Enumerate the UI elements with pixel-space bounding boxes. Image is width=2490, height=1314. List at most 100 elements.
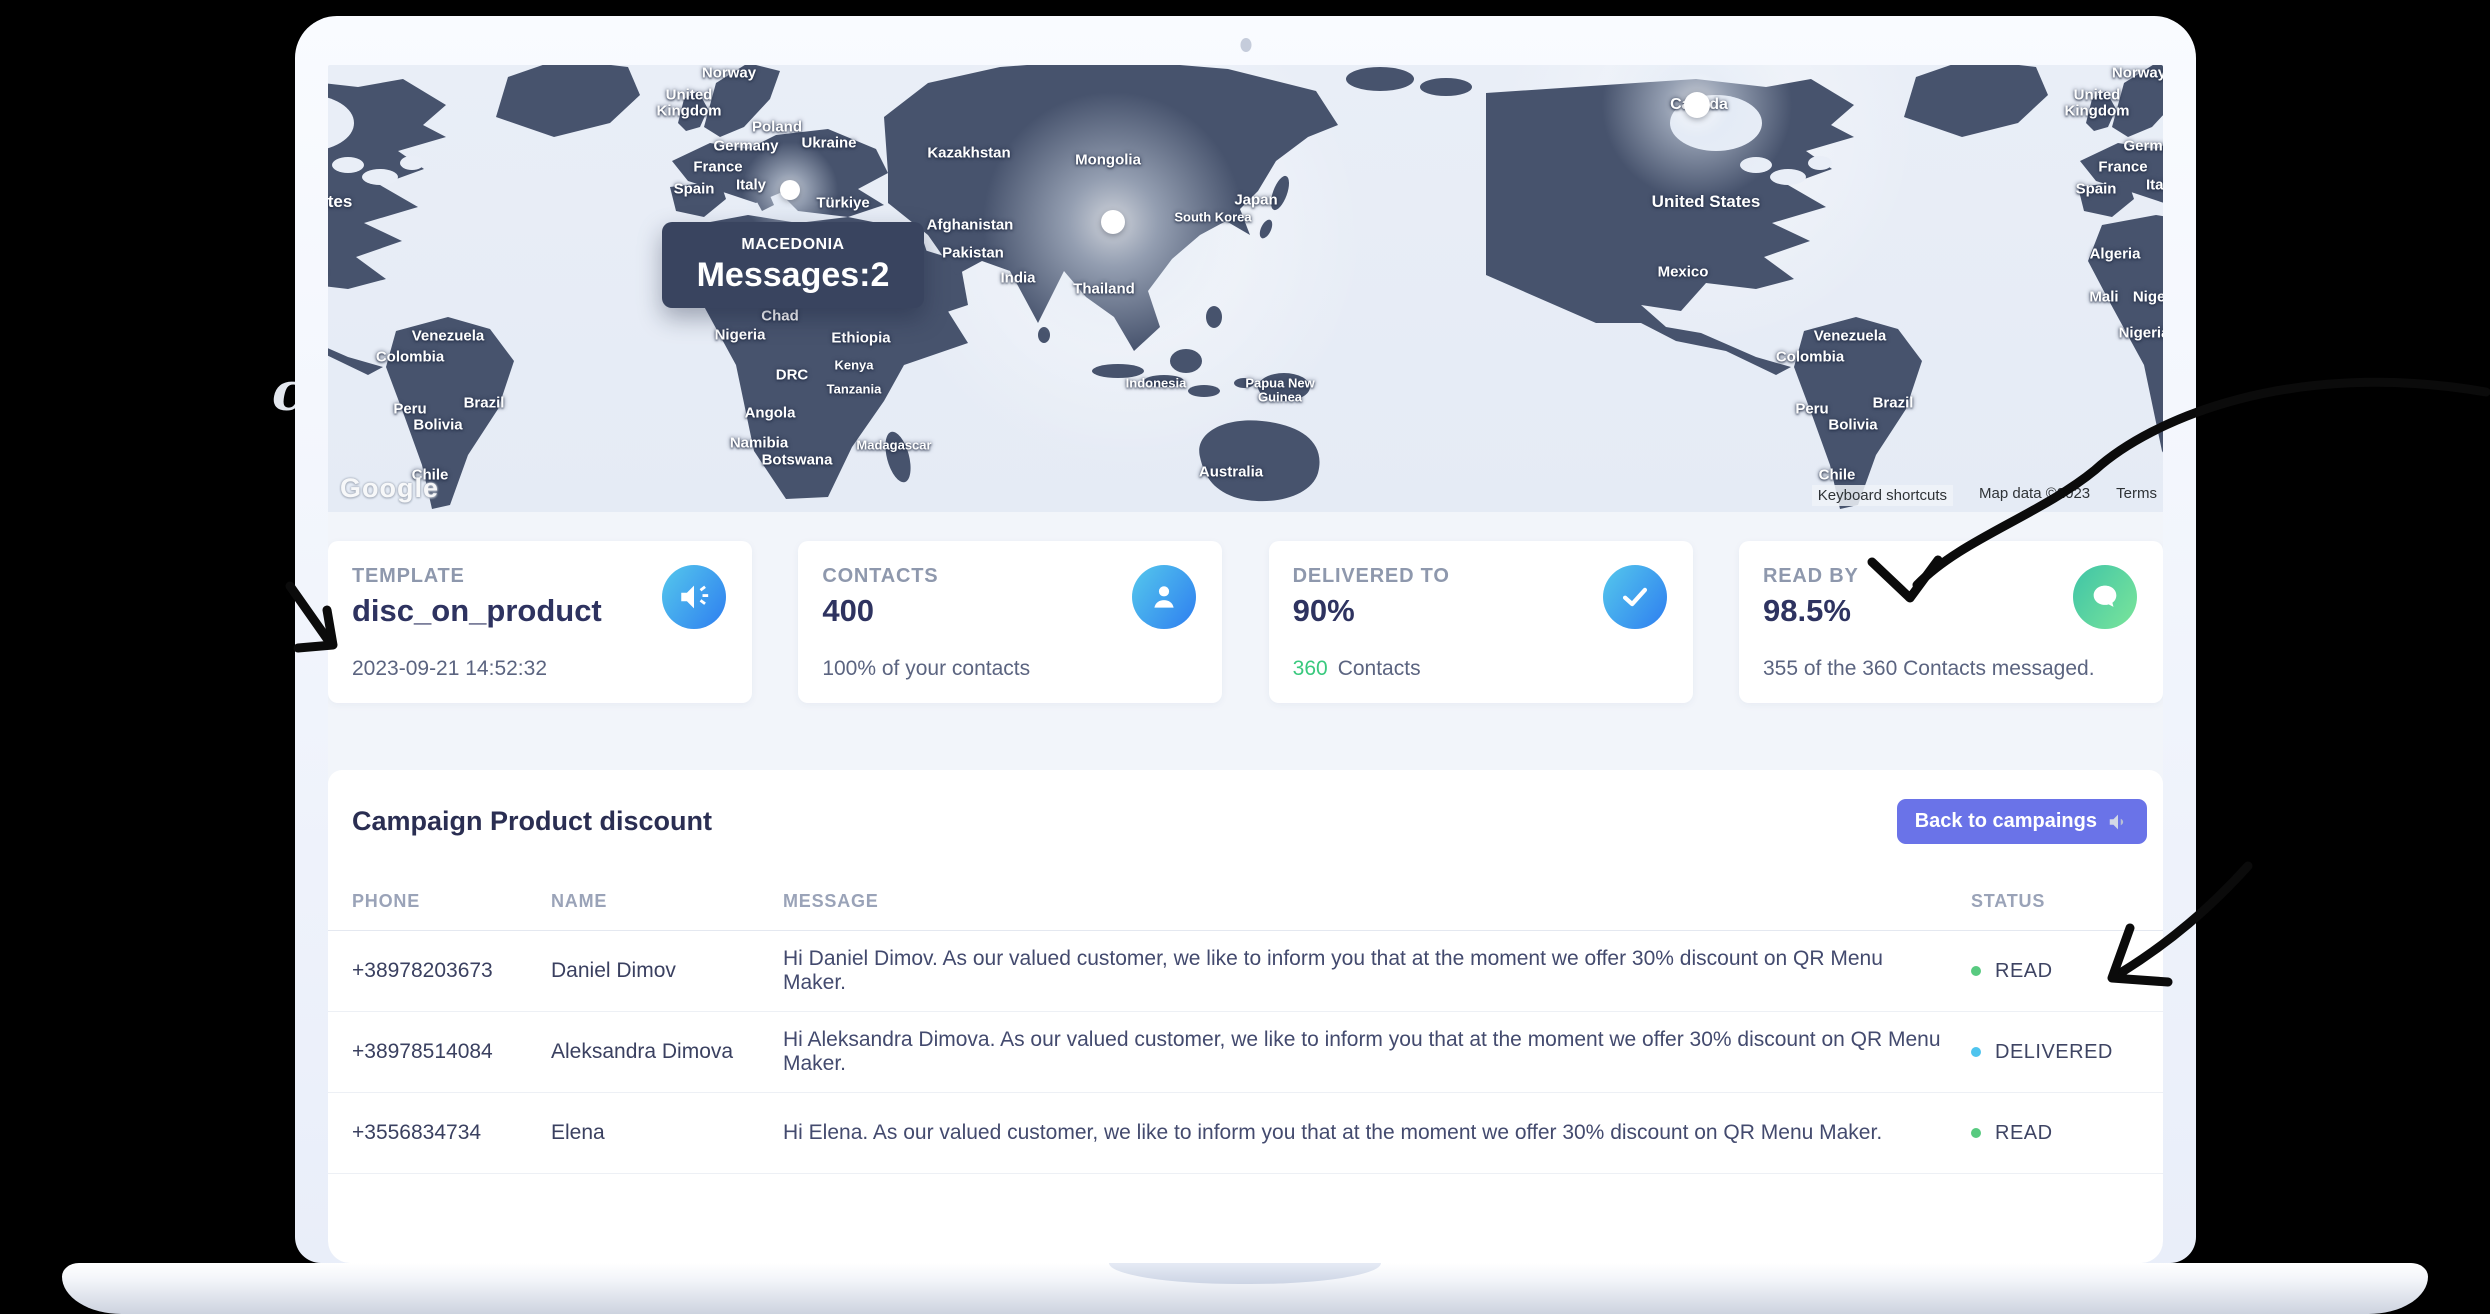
status-label: READ <box>1995 960 2053 983</box>
map-country-label: Kingdom <box>2065 103 2130 120</box>
name-cell: Aleksandra Dimova <box>527 1040 759 1064</box>
map-country-label: Namibia <box>730 435 788 452</box>
map-country-label: Ukraine <box>801 135 856 152</box>
message-cell: Hi Aleksandra Dimova. As our valued cust… <box>759 1028 1947 1076</box>
map-country-label: Chile <box>1819 467 1856 484</box>
map-tooltip: MACEDONIA Messages:2 <box>662 222 924 308</box>
map-country-label: United States <box>1652 192 1761 212</box>
map-country-label: Madagascar <box>856 438 931 453</box>
status-cell: READ <box>1947 960 2163 983</box>
phone-cell: +38978203673 <box>328 959 527 983</box>
map-country-label: Poland <box>752 119 802 136</box>
status-label: READ <box>1995 1122 2053 1145</box>
message-cell: Hi Elena. As our valued customer, we lik… <box>759 1121 1947 1145</box>
status-cell: READ <box>1947 1122 2163 1145</box>
stat-card-template: TEMPLATE disc_on_product 2023-09-21 14:5… <box>328 541 752 703</box>
campaign-panel-header: Campaign Product discount Back to campai… <box>328 770 2163 873</box>
status-cell: DELIVERED <box>1947 1041 2163 1064</box>
terms-link[interactable]: Terms <box>2116 485 2157 506</box>
map-country-label: United <box>666 87 713 104</box>
stat-card-read: READ BY 98.5% 355 of the 360 Contacts me… <box>1739 541 2163 703</box>
stat-card-value: 98.5% <box>1763 593 1851 629</box>
column-header-status: STATUS <box>1947 891 2163 912</box>
tooltip-message-count: Messages:2 <box>697 256 890 295</box>
stat-card-subtext: 2023-09-21 14:52:32 <box>352 657 547 681</box>
map-country-label: Norway <box>702 65 756 82</box>
map-data-copyright: Map data ©2023 <box>1979 485 2090 506</box>
message-location-marker[interactable] <box>780 180 800 200</box>
megaphone-emoji <box>2107 811 2129 833</box>
google-logo[interactable]: Google <box>340 473 439 504</box>
chat-bubble-icon <box>2073 565 2137 629</box>
stat-card-label: DELIVERED TO <box>1293 565 1450 588</box>
column-header-phone: PHONE <box>328 891 527 912</box>
map-continents <box>328 65 2163 512</box>
map-country-label: Algeria <box>2090 246 2141 263</box>
stat-card-subtext: 355 of the 360 Contacts messaged. <box>1763 657 2095 681</box>
map-country-label: Colombia <box>376 349 444 366</box>
keyboard-shortcuts-link[interactable]: Keyboard shortcuts <box>1812 485 1953 506</box>
back-to-campaigns-button[interactable]: Back to campaings <box>1897 799 2147 844</box>
phone-cell: +38978514084 <box>328 1040 527 1064</box>
campaign-panel: Campaign Product discount Back to campai… <box>328 770 2163 1263</box>
map-attribution: Keyboard shortcuts Map data ©2023 Terms <box>1812 485 2157 506</box>
world-map[interactable]: NorwayUnitedKingdomPolandGermanyUkraineF… <box>328 65 2163 512</box>
map-country-label: Thailand <box>1073 281 1135 298</box>
map-country-label: Germany <box>2123 138 2163 155</box>
map-country-label: Papua New <box>1245 376 1314 391</box>
stat-card-label: TEMPLATE <box>352 565 465 588</box>
dashboard-content: NorwayUnitedKingdomPolandGermanyUkraineF… <box>328 65 2163 1263</box>
laptop-screen: NorwayUnitedKingdomPolandGermanyUkraineF… <box>295 16 2196 1263</box>
map-country-label: Niger <box>2133 289 2163 306</box>
stat-card-label: READ BY <box>1763 565 1859 588</box>
map-country-label: Brazil <box>464 395 505 412</box>
map-country-label: Italy <box>736 177 766 194</box>
person-icon <box>1132 565 1196 629</box>
map-country-label: Tanzania <box>827 382 882 397</box>
map-country-label: France <box>693 159 742 176</box>
map-country-label: Pakistan <box>942 245 1004 262</box>
name-cell: Elena <box>527 1121 759 1145</box>
stat-card-subtext: 100% of your contacts <box>822 657 1030 681</box>
status-dot <box>1971 1047 1981 1057</box>
map-country-label: Kenya <box>834 358 873 373</box>
map-country-label: Türkiye <box>816 195 869 212</box>
map-country-label: Norway <box>2112 65 2163 82</box>
message-cell: Hi Daniel Dimov. As our valued customer,… <box>759 947 1947 995</box>
map-country-label: DRC <box>776 367 809 384</box>
message-location-marker[interactable] <box>1101 210 1125 234</box>
map-country-label: United <box>2074 87 2121 104</box>
map-country-label: India <box>1000 270 1035 287</box>
stat-card-subtext: 360Contacts <box>1293 657 1421 681</box>
map-country-label: Nigeria <box>2119 325 2163 342</box>
map-country-label: Ethiopia <box>831 330 890 347</box>
table-header-row: PHONE NAME MESSAGE STATUS <box>328 873 2163 931</box>
map-country-label: Guinea <box>1258 390 1302 405</box>
tooltip-country-name: MACEDONIA <box>741 236 844 254</box>
map-country-label: Venezuela <box>1814 328 1887 345</box>
table-row: +3556834734 Elena Hi Elena. As our value… <box>328 1093 2163 1174</box>
megaphone-icon <box>662 565 726 629</box>
webcam-icon <box>1240 38 1251 52</box>
map-country-label: Germany <box>713 138 778 155</box>
laptop-mockup-scene: c <box>0 0 2490 1314</box>
delivered-count: 360 <box>1293 657 1328 680</box>
map-country-label: Indonesia <box>1126 376 1187 391</box>
map-country-label: South Korea <box>1174 210 1251 225</box>
map-country-label: Peru <box>1795 401 1828 418</box>
map-country-label: France <box>2098 159 2147 176</box>
map-country-label: Botswana <box>762 452 833 469</box>
map-country-label: Kazakhstan <box>927 145 1010 162</box>
map-country-label: Italy <box>2146 177 2163 194</box>
map-country-label: Colombia <box>1776 349 1844 366</box>
map-country-label: Mexico <box>1658 264 1709 281</box>
column-header-name: NAME <box>527 891 759 912</box>
stat-card-value: 90% <box>1293 593 1355 629</box>
map-country-label: Bolivia <box>1828 417 1877 434</box>
map-country-label: Mali <box>2089 289 2118 306</box>
check-icon <box>1603 565 1667 629</box>
map-country-label: Mongolia <box>1075 152 1141 169</box>
map-country-label: Brazil <box>1873 395 1914 412</box>
message-location-marker[interactable] <box>1684 92 1710 118</box>
status-dot <box>1971 966 1981 976</box>
